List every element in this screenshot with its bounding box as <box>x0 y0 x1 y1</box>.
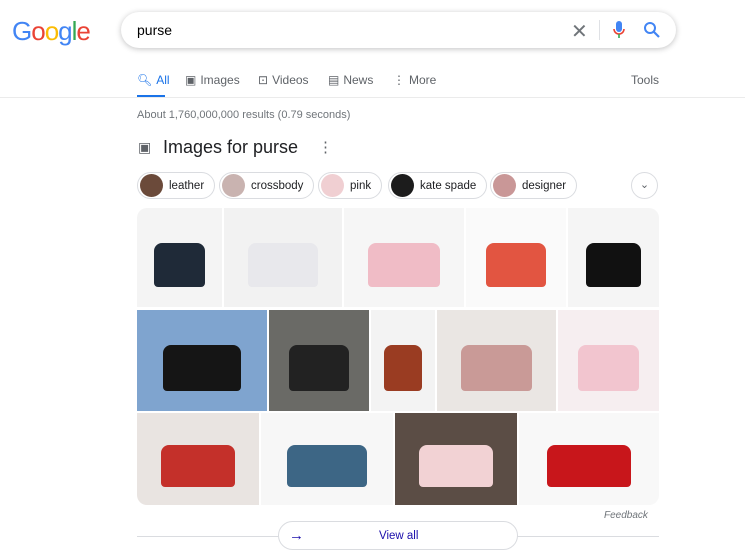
image-result[interactable] <box>137 208 222 307</box>
feedback-link[interactable]: Feedback <box>604 510 648 521</box>
tab-label: All <box>156 73 170 87</box>
search-input[interactable] <box>137 22 537 38</box>
chip-crossbody[interactable]: crossbody <box>219 172 315 199</box>
image-result[interactable] <box>344 208 464 307</box>
divider <box>0 97 745 98</box>
chip-label: crossbody <box>251 179 304 192</box>
microphone-icon[interactable] <box>613 21 625 39</box>
tab-all[interactable]: 🔍︎ All <box>137 73 170 87</box>
purse-image <box>163 345 241 391</box>
view-all-button[interactable]: → View all <box>278 521 518 550</box>
purse-image <box>578 345 639 391</box>
tools-button[interactable]: Tools <box>631 73 659 87</box>
chip-thumbnail <box>391 174 414 197</box>
view-all-label: View all <box>379 530 419 542</box>
image-result[interactable] <box>395 413 517 505</box>
chip-label: kate spade <box>420 179 477 192</box>
purse-image <box>460 345 533 391</box>
tab-images[interactable]: ▣ Images <box>185 73 240 87</box>
result-stats: About 1,760,000,000 results (0.79 second… <box>137 109 351 121</box>
image-result[interactable] <box>519 413 659 505</box>
tab-label: News <box>343 73 374 87</box>
image-result[interactable] <box>261 413 393 505</box>
chip-label: designer <box>522 179 567 192</box>
play-icon: ⊡ <box>258 73 269 87</box>
image-result[interactable] <box>137 310 267 411</box>
chip-thumbnail <box>493 174 516 197</box>
dots-vertical-icon: ⋮ <box>393 73 405 87</box>
chip-pink[interactable]: pink <box>318 172 383 199</box>
image-icon: ▣ <box>185 73 197 87</box>
purse-image <box>247 242 319 288</box>
chip-designer[interactable]: designer <box>490 172 578 199</box>
tab-news[interactable]: ▤ News <box>328 73 373 87</box>
purse-image <box>586 242 641 288</box>
news-icon: ▤ <box>328 73 340 87</box>
purse-image <box>547 445 631 487</box>
clear-icon[interactable]: ✕ <box>571 19 588 44</box>
image-result[interactable] <box>437 310 556 411</box>
purse-image <box>287 445 367 487</box>
purse-image <box>383 345 423 391</box>
search-icon: 🔍︎ <box>137 73 153 87</box>
image-result[interactable] <box>137 413 259 505</box>
google-logo[interactable]: Google <box>12 16 91 47</box>
image-result[interactable] <box>371 310 435 411</box>
tab-more[interactable]: ⋮ More <box>393 73 436 87</box>
tools-label: Tools <box>631 73 660 87</box>
image-result[interactable] <box>558 310 659 411</box>
tab-label: More <box>409 73 437 87</box>
image-result[interactable] <box>224 208 342 307</box>
image-grid <box>137 208 659 505</box>
purse-image <box>154 242 205 288</box>
image-icon: ▣ <box>138 139 152 155</box>
chip-label: leather <box>169 179 205 192</box>
chip-thumbnail <box>222 174 245 197</box>
purse-image <box>161 445 235 487</box>
chip-leather[interactable]: leather <box>137 172 216 199</box>
tab-videos[interactable]: ⊡ Videos <box>258 73 309 87</box>
more-options-icon[interactable]: ⋮ <box>318 138 333 156</box>
search-icon[interactable] <box>643 21 661 39</box>
tab-label: Videos <box>272 73 309 87</box>
chip-label: pink <box>350 179 372 192</box>
purse-image <box>419 445 493 487</box>
purse-image <box>486 242 546 288</box>
chip-thumbnail <box>321 174 344 197</box>
image-result[interactable] <box>466 208 566 307</box>
chip-kate-spade[interactable]: kate spade <box>388 172 488 199</box>
search-box: ✕ <box>121 12 676 48</box>
arrow-right-icon: → <box>289 527 304 544</box>
chevron-down-icon[interactable]: ⌄ <box>631 172 658 199</box>
images-section-title[interactable]: Images for purse <box>163 137 298 158</box>
purse-image <box>289 345 349 391</box>
chip-thumbnail <box>140 174 163 197</box>
image-result[interactable] <box>269 310 369 411</box>
purse-image <box>368 242 440 288</box>
image-result[interactable] <box>568 208 659 307</box>
divider <box>599 20 600 40</box>
tab-label: Images <box>200 73 240 87</box>
